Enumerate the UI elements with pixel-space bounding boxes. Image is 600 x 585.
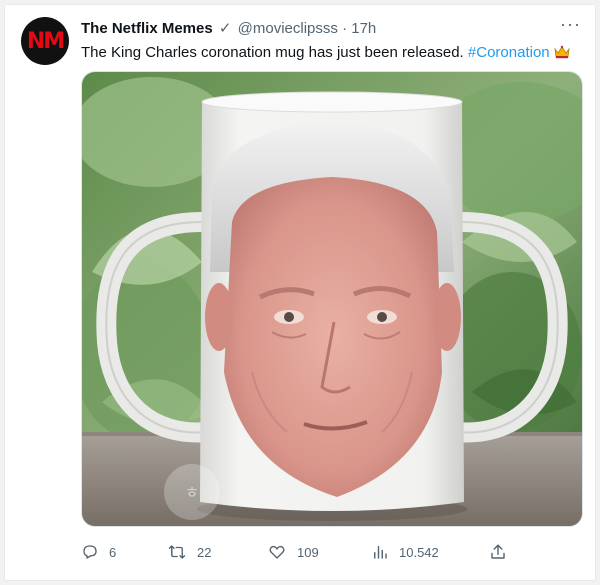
share-icon (491, 544, 505, 559)
verified-icon: ✓ (218, 20, 232, 37)
reply-count: 6 (109, 544, 117, 560)
retweet-icon (168, 545, 186, 559)
tweet-timestamp[interactable]: 17h (351, 20, 376, 37)
reply-button[interactable]: 6 (81, 541, 116, 563)
avatar-logo-text: NM (26, 28, 65, 54)
tweet-media-image[interactable]: ㅎ (81, 71, 583, 527)
heart-icon (269, 545, 285, 559)
more-options-icon[interactable]: ··· (560, 15, 581, 33)
like-count: 109 (297, 544, 319, 560)
tweet-actions: 6 22 109 10.542 (81, 541, 511, 563)
hashtag-link[interactable]: #Coronation (468, 44, 550, 61)
tweet-body: The King Charles coronation mug has just… (81, 44, 464, 61)
view-count: 10.542 (399, 544, 439, 560)
tweet-header: The Netflix Memes ✓ @movieclipsss · 17h (81, 19, 575, 39)
author-name[interactable]: The Netflix Memes (81, 20, 213, 37)
retweet-count: 22 (197, 544, 212, 560)
share-button[interactable] (489, 541, 507, 563)
tweet-text: The King Charles coronation mug has just… (81, 43, 581, 65)
svg-text:ㅎ: ㅎ (185, 483, 200, 502)
crown-emoji-icon (554, 45, 570, 65)
views-chart-icon (374, 546, 387, 559)
header-separator: · (342, 20, 348, 37)
author-avatar[interactable]: NM (21, 17, 69, 65)
author-handle[interactable]: @movieclipsss (238, 20, 338, 37)
reply-icon (83, 545, 97, 559)
tweet-card[interactable]: NM The Netflix Memes ✓ @movieclipsss · 1… (5, 5, 595, 580)
views-button[interactable]: 10.542 (371, 541, 439, 563)
mug-photo: ㅎ (82, 72, 582, 526)
retweet-button[interactable]: 22 (167, 541, 211, 563)
like-button[interactable]: 109 (267, 541, 319, 563)
